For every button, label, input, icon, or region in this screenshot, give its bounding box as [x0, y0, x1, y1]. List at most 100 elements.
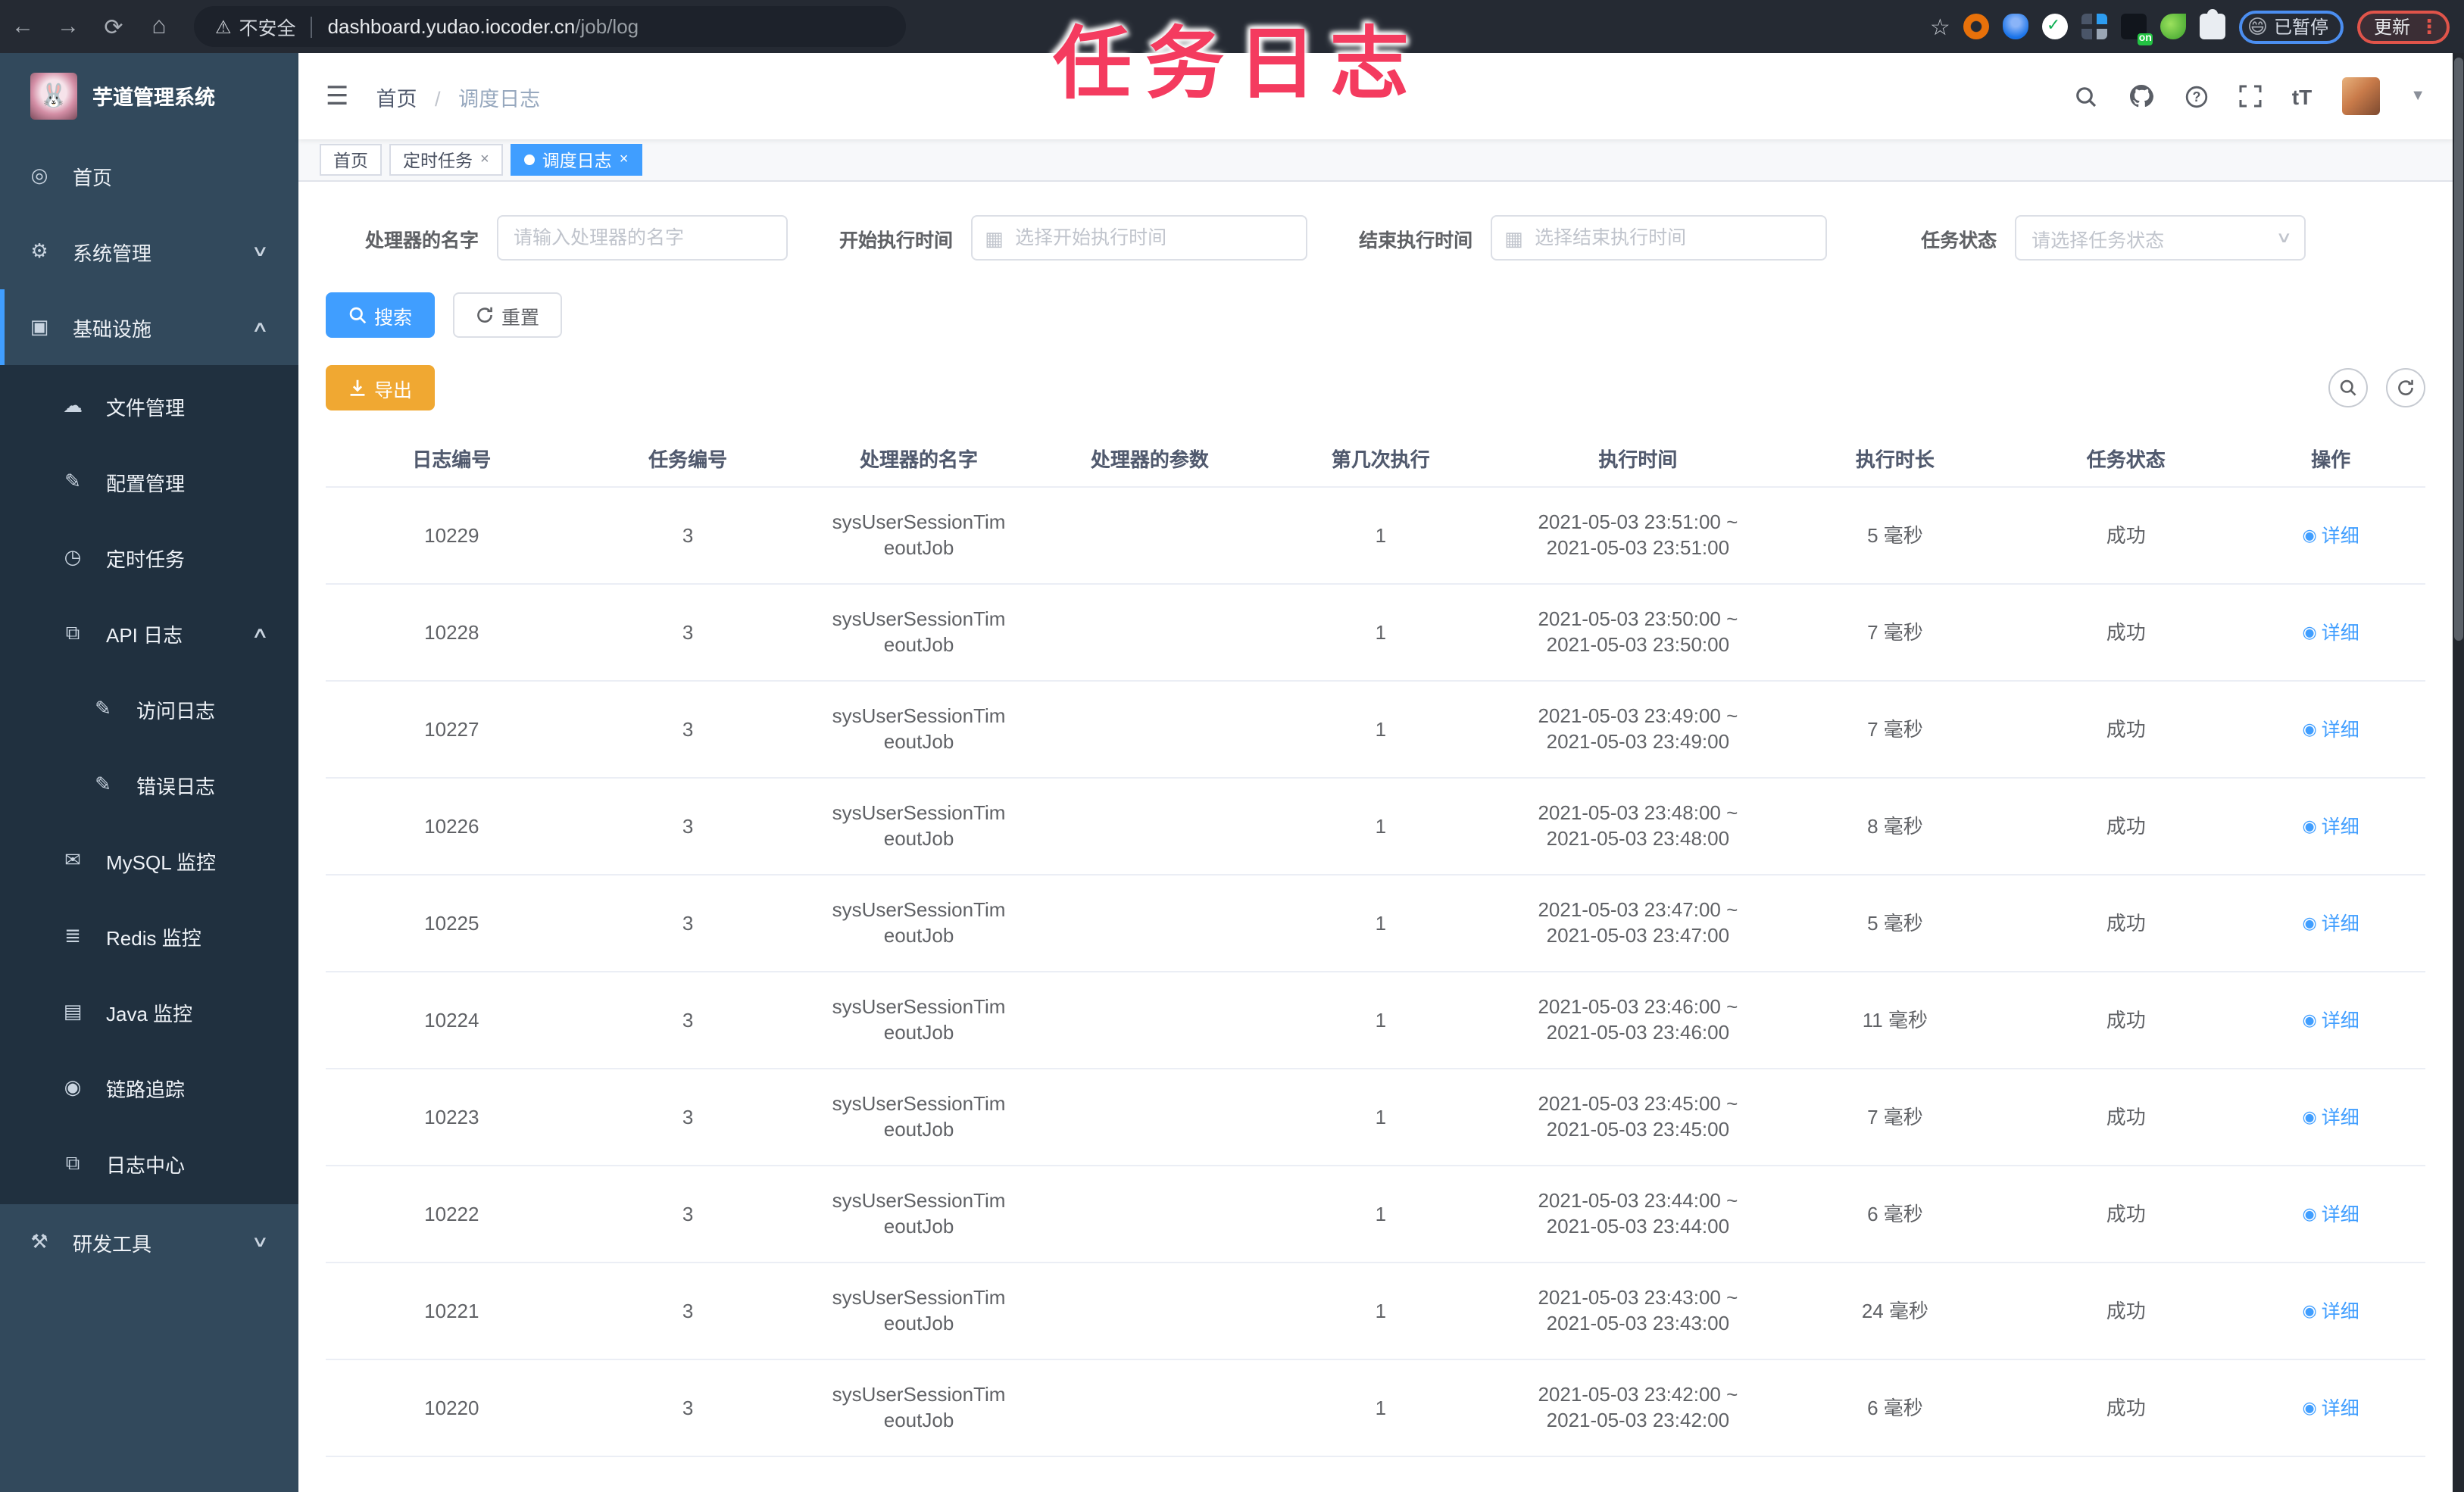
detail-link[interactable]: ◉ 详细 [2303, 1105, 2359, 1131]
close-icon[interactable]: × [480, 151, 489, 168]
table-row[interactable]: 10228 3 sysUserSessionTim eoutJob 1 2021-… [326, 583, 2425, 681]
chevron-down-icon[interactable]: ▼ [2410, 88, 2425, 105]
cell-handler-name: sysUserSessionTim eoutJob [798, 1165, 1040, 1263]
export-button[interactable]: 导出 [326, 365, 436, 410]
sidebar-item-log-center[interactable]: ⧉ 日志中心 [0, 1125, 298, 1201]
browser-menu-icon[interactable]: ⋮ [2419, 14, 2439, 39]
col-log-id: 日志编号 [326, 432, 578, 487]
detail-link[interactable]: ◉ 详细 [2303, 1299, 2359, 1325]
end-time-input[interactable] [1491, 215, 1828, 261]
sidebar-item-dev-tools[interactable]: ⚒ 研发工具 ∨ [0, 1204, 298, 1280]
cell-job-id: 3 [577, 583, 798, 681]
close-icon[interactable]: × [620, 151, 629, 168]
extensions-puzzle-icon[interactable] [2200, 9, 2226, 39]
extension-grid-icon[interactable] [2081, 14, 2108, 39]
sidebar-item-home[interactable]: ◎ 首页 [0, 138, 298, 214]
detail-link[interactable]: ◉ 详细 [2303, 814, 2359, 840]
col-handler-param: 处理器的参数 [1039, 432, 1260, 487]
cell-log-id: 10225 [326, 874, 578, 972]
table-row[interactable]: 10227 3 sysUserSessionTim eoutJob 1 2021-… [326, 680, 2425, 778]
cell-duration: 7 毫秒 [1774, 1068, 2016, 1166]
tab-home[interactable]: 首页 [320, 144, 382, 176]
logo-image: 🐰 [30, 72, 77, 119]
svg-text:?: ? [2192, 89, 2200, 104]
help-icon[interactable]: ? [2184, 84, 2209, 108]
font-size-icon[interactable]: tT [2292, 84, 2312, 108]
reload-icon[interactable]: ⟳ [91, 13, 136, 40]
search-icon [2340, 379, 2356, 396]
table-row[interactable]: 10221 3 sysUserSessionTim eoutJob 1 2021-… [326, 1262, 2425, 1359]
handler-name-input[interactable] [497, 215, 789, 261]
sidebar-item-trace[interactable]: ◉ 链路追踪 [0, 1050, 298, 1125]
cell-log-id: 10229 [326, 486, 578, 584]
detail-link[interactable]: ◉ 详细 [2303, 911, 2359, 937]
sidebar-item-api-log[interactable]: ⧉ API 日志 ∧ [0, 595, 298, 671]
bookmark-star-icon[interactable]: ☆ [1930, 13, 1950, 40]
sidebar-item-file-manage[interactable]: ☁ 文件管理 [0, 368, 298, 444]
filter-form: 处理器的名字 开始执行时间 ▦ 结束执行时间 ▦ [326, 215, 2425, 261]
extension-green-check-icon[interactable] [2042, 14, 2069, 39]
table-row[interactable]: 10225 3 sysUserSessionTim eoutJob 1 2021-… [326, 874, 2425, 972]
sidebar-item-config-manage[interactable]: ✎ 配置管理 [0, 444, 298, 520]
cell-duration: 11 毫秒 [1774, 971, 2016, 1069]
page-content: 处理器的名字 开始执行时间 ▦ 结束执行时间 ▦ [298, 182, 2453, 1492]
avatar[interactable] [2342, 77, 2381, 115]
detail-link[interactable]: ◉ 详细 [2303, 523, 2359, 549]
detail-link[interactable]: ◉ 详细 [2303, 620, 2359, 646]
sidebar-item-mysql-monitor[interactable]: ✉ MySQL 监控 [0, 822, 298, 898]
github-icon[interactable] [2128, 83, 2154, 109]
hamburger-icon[interactable]: ☰ [326, 81, 349, 111]
detail-link[interactable]: ◉ 详细 [2303, 1202, 2359, 1228]
detail-link[interactable]: ◉ 详细 [2303, 717, 2359, 743]
table-row[interactable]: 10222 3 sysUserSessionTim eoutJob 1 2021-… [326, 1165, 2425, 1263]
cell-log-id: 10220 [326, 1359, 578, 1456]
detail-link[interactable]: ◉ 详细 [2303, 1396, 2359, 1422]
app-logo[interactable]: 🐰 芋道管理系统 [0, 53, 298, 138]
cell-execute-index: 1 [1260, 971, 1502, 1069]
scrollbar[interactable] [2453, 53, 2464, 1492]
fullscreen-icon[interactable] [2239, 85, 2262, 108]
search-icon[interactable] [2074, 84, 2098, 108]
sidebar-item-java-monitor[interactable]: ▤ Java 监控 [0, 974, 298, 1050]
cell-duration: 7 毫秒 [1774, 583, 2016, 681]
chevron-down-icon: ∨ [2275, 229, 2292, 246]
table-row[interactable]: 10229 3 sysUserSessionTim eoutJob 1 2021-… [326, 486, 2425, 584]
sidebar-item-error-log[interactable]: ✎ 错误日志 [0, 747, 298, 822]
sidebar-item-infrastructure[interactable]: ▣ 基础设施 ∧ [0, 289, 298, 365]
cell-handler-name: sysUserSessionTim eoutJob [798, 1359, 1040, 1456]
scrollbar-thumb[interactable] [2454, 58, 2463, 641]
sidebar-item-access-log[interactable]: ✎ 访问日志 [0, 671, 298, 747]
breadcrumb-home[interactable]: 首页 [376, 87, 417, 110]
sidebar-item-redis-monitor[interactable]: ≣ Redis 监控 [0, 898, 298, 974]
detail-link[interactable]: ◉ 详细 [2303, 1008, 2359, 1034]
toggle-search-button[interactable] [2328, 368, 2368, 407]
job-status-select[interactable]: 请选择任务状态 ∨ [2015, 215, 2306, 261]
refresh-table-button[interactable] [2386, 368, 2425, 407]
search-button[interactable]: 搜索 [326, 292, 436, 338]
table-row[interactable]: 10220 3 sysUserSessionTim eoutJob 1 2021-… [326, 1359, 2425, 1456]
extension-leaf-icon[interactable] [2160, 14, 2187, 39]
table-row[interactable]: 10223 3 sysUserSessionTim eoutJob 1 2021-… [326, 1068, 2425, 1166]
cell-job-id: 3 [577, 1359, 798, 1456]
screen: ← → ⟳ ⌂ ⚠ 不安全 dashboard.yudao.iocoder.cn… [0, 0, 2464, 1492]
col-execute-index: 第几次执行 [1260, 432, 1502, 487]
profile-paused-chip[interactable]: 😄 已暂停 [2239, 10, 2344, 43]
extension-switch-icon[interactable]: on [2121, 14, 2153, 45]
back-icon[interactable]: ← [0, 14, 45, 39]
begin-time-input[interactable] [971, 215, 1308, 261]
sidebar-item-system[interactable]: ⚙ 系统管理 ∨ [0, 214, 298, 289]
cell-execute-index: 1 [1260, 1165, 1502, 1263]
col-status: 任务状态 [2016, 432, 2237, 487]
table-row[interactable]: 10226 3 sysUserSessionTim eoutJob 1 2021-… [326, 777, 2425, 875]
sidebar-item-cron-job[interactable]: ◷ 定时任务 [0, 520, 298, 595]
address-bar[interactable]: ⚠ 不安全 dashboard.yudao.iocoder.cn /job/lo… [194, 6, 906, 47]
tab-cron-job[interactable]: 定时任务 × [389, 144, 503, 176]
update-button[interactable]: 更新 ⋮ [2356, 10, 2450, 43]
home-icon[interactable]: ⌂ [136, 13, 182, 40]
extension-blue-icon[interactable] [2003, 14, 2029, 39]
tab-job-log[interactable]: 调度日志 × [510, 144, 642, 176]
table-row[interactable]: 10224 3 sysUserSessionTim eoutJob 1 2021-… [326, 971, 2425, 1069]
reset-button[interactable]: 重置 [453, 292, 563, 338]
extension-orange-icon[interactable] [1963, 14, 1990, 39]
forward-icon[interactable]: → [45, 14, 91, 39]
